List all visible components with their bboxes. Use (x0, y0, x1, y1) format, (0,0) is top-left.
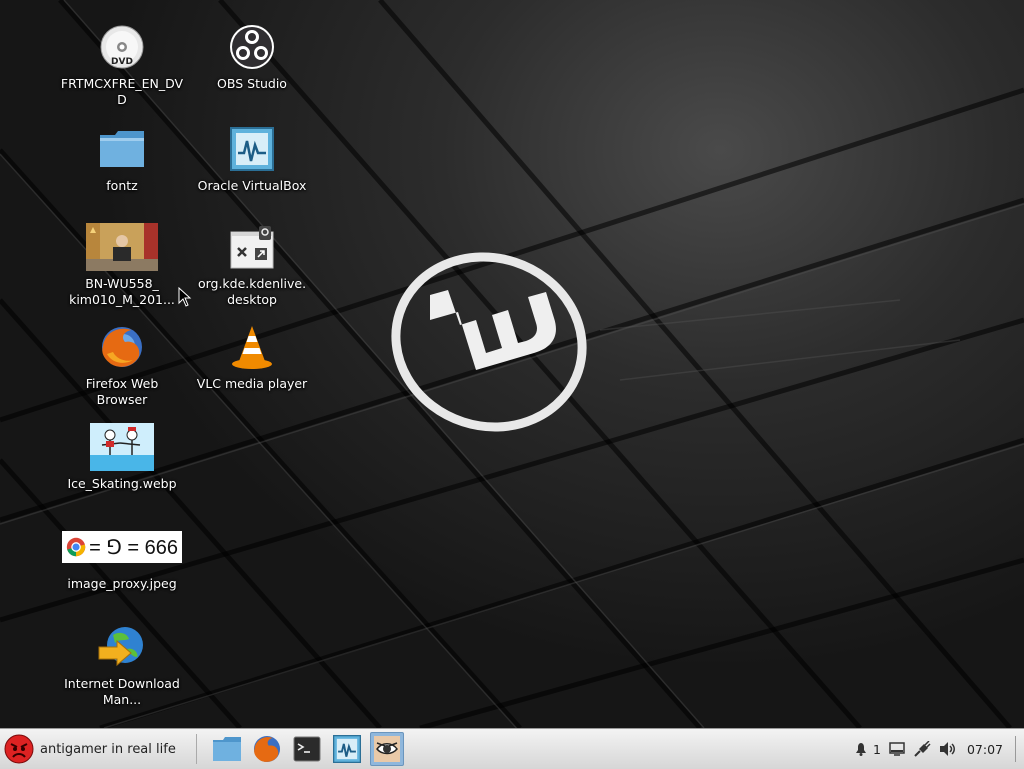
start-menu-button[interactable]: antigamer in real life (0, 729, 182, 769)
mouse-cursor-icon (178, 287, 192, 307)
vlc-icon (232, 326, 272, 369)
launcher-terminal[interactable] (290, 732, 324, 766)
folder-icon (100, 131, 144, 167)
network-plug-icon (914, 741, 931, 757)
desktop-icon-obs[interactable]: OBS Studio (190, 22, 314, 92)
dvd-icon: DVD (100, 25, 144, 69)
notifications-indicator[interactable]: 1 (853, 741, 881, 757)
desktop-file-icon (230, 226, 274, 269)
desktop-icon-fontz[interactable]: fontz (60, 124, 184, 194)
icon-label: Ice_Skating.webp (67, 476, 177, 491)
launcher-virtualbox[interactable] (330, 732, 364, 766)
icon-label: Internet Download Man... (64, 676, 180, 707)
angry-face-icon (4, 734, 34, 764)
desktop-icon-ice-skating[interactable]: Ice_Skating.webp (60, 422, 184, 492)
icon-label: VLC media player (196, 376, 308, 391)
speaker-icon (939, 742, 955, 756)
svg-text:DVD: DVD (111, 57, 133, 67)
launcher-files[interactable] (210, 732, 244, 766)
image-thumbnail-icon (86, 223, 158, 271)
image-thumbnail-icon: = ⅁ = 666 (62, 531, 182, 563)
desktop[interactable]: DVD FRTMCXFRE_EN_DVD fontz BN-WU558_ kim… (0, 0, 1024, 728)
eye-icon (373, 736, 400, 762)
network-indicator[interactable] (913, 741, 931, 757)
desktop-icon-kdenlive[interactable]: org.kde.kdenlive. desktop (190, 222, 314, 308)
volume-indicator[interactable] (939, 741, 957, 757)
launcher-firefox[interactable] (250, 732, 284, 766)
icon-label: org.kde.kdenlive. desktop (197, 276, 307, 307)
desktop-icon-image-proxy[interactable]: = ⅁ = 666 image_proxy.jpeg (60, 522, 184, 592)
icon-label: image_proxy.jpeg (67, 576, 177, 591)
system-tray: 1 07:07 (845, 729, 1024, 769)
clock[interactable]: 07:07 (967, 742, 1003, 757)
monitor-icon (889, 742, 905, 756)
virtualbox-icon (230, 127, 274, 171)
thumbnail-text: = ⅁ = 666 (89, 536, 178, 559)
desktop-icon-dvd[interactable]: DVD FRTMCXFRE_EN_DVD (60, 22, 184, 108)
taskbar: antigamer in real life 1 07:07 (0, 728, 1024, 769)
obs-icon (230, 25, 274, 69)
start-menu-label: antigamer in real life (40, 741, 176, 757)
desktop-icon-bn-wu558[interactable]: BN-WU558_ kim010_M_201... (60, 222, 184, 308)
image-thumbnail-icon (90, 423, 154, 471)
folder-icon (212, 737, 241, 761)
icon-label: BN-WU558_ kim010_M_201... (69, 276, 175, 307)
linux-mint-logo-icon (391, 252, 587, 432)
firefox-icon (253, 735, 280, 763)
taskbar-separator (1015, 736, 1016, 762)
desktop-icon-vlc[interactable]: VLC media player (190, 322, 314, 392)
icon-label: OBS Studio (217, 76, 287, 91)
icon-label: fontz (106, 178, 138, 193)
taskbar-separator (195, 734, 197, 764)
launcher-eye-app-active[interactable] (369, 732, 404, 766)
chrome-icon (66, 537, 86, 557)
display-indicator[interactable] (889, 742, 905, 756)
desktop-icon-idm[interactable]: Internet Download Man... (60, 622, 184, 708)
notification-bell-icon (856, 743, 867, 756)
icon-label: Oracle VirtualBox (197, 178, 307, 193)
desktop-icon-firefox[interactable]: Firefox Web Browser (60, 322, 184, 408)
desktop-icon-virtualbox[interactable]: Oracle VirtualBox (190, 124, 314, 194)
firefox-icon (102, 327, 142, 367)
terminal-icon (293, 736, 321, 762)
icon-label: Firefox Web Browser (85, 376, 159, 407)
notification-count: 1 (873, 741, 881, 757)
show-desktop-edge[interactable] (1015, 736, 1016, 762)
icon-label: FRTMCXFRE_EN_DVD (60, 76, 184, 107)
idm-icon (98, 627, 143, 667)
virtualbox-icon (332, 735, 361, 763)
